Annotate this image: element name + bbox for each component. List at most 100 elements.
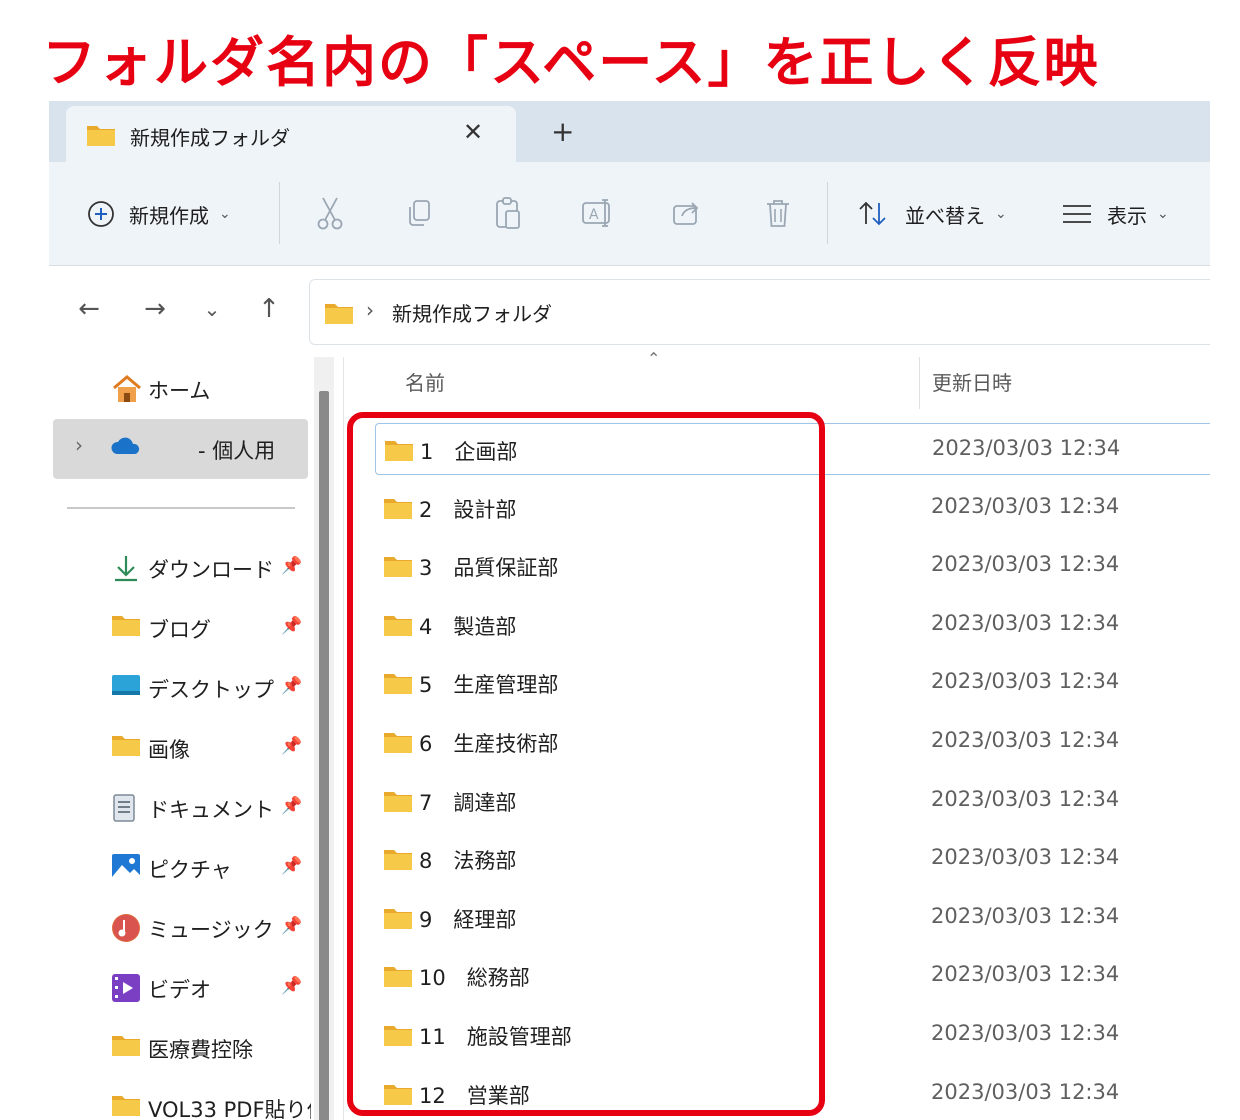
toolbar-divider	[827, 182, 828, 244]
expand-chevron-icon[interactable]: ›	[75, 433, 83, 457]
file-row[interactable]: 6 生産技術部 2023/03/03 12:34	[375, 716, 1210, 766]
sidebar-item-label: ビデオ	[148, 978, 211, 1002]
chevron-down-icon: ⌄	[1157, 206, 1169, 222]
rename-icon[interactable]: A	[581, 196, 615, 230]
sidebar-scrollbar[interactable]	[314, 357, 334, 1120]
sidebar-item-videos[interactable]: ビデオ 📌	[49, 958, 311, 1018]
delete-icon[interactable]	[761, 196, 795, 230]
address-bar[interactable]: › 新規作成フォルダ	[309, 279, 1210, 345]
sidebar-item-home[interactable]: ホーム	[49, 359, 311, 419]
file-row[interactable]: 9 経理部 2023/03/03 12:34	[375, 892, 1210, 942]
file-row[interactable]: 10 総務部 2023/03/03 12:34	[375, 950, 1210, 1000]
file-name: 9 経理部	[419, 907, 517, 932]
sidebar-item-downloads[interactable]: ダウンロード 📌	[49, 538, 311, 598]
music-icon	[111, 913, 143, 945]
pin-icon[interactable]: 📌	[281, 556, 302, 576]
pin-icon[interactable]: 📌	[281, 976, 302, 996]
sidebar-item-pictures[interactable]: ピクチャ 📌	[49, 838, 311, 898]
folder-icon	[384, 438, 414, 466]
file-row[interactable]: 8 法務部 2023/03/03 12:34	[375, 833, 1210, 883]
folder-icon	[111, 733, 143, 765]
forward-arrow-icon[interactable]: →	[137, 291, 173, 327]
pin-icon[interactable]: 📌	[281, 616, 302, 636]
sidebar-item-medical[interactable]: 医療費控除	[49, 1018, 311, 1078]
new-tab-button[interactable]: +	[551, 115, 574, 148]
sidebar-item-label: 画像	[148, 738, 190, 762]
sidebar-item-label: ミュージック	[148, 918, 274, 942]
file-row[interactable]: 3 品質保証部 2023/03/03 12:34	[375, 540, 1210, 590]
sidebar-item-label: ドキュメント	[148, 798, 274, 822]
file-row[interactable]: 1 企画部 2023/03/03 12:34	[375, 423, 1210, 475]
folder-icon	[383, 1082, 413, 1110]
pin-icon[interactable]: 📌	[281, 916, 302, 936]
file-modified-date: 2023/03/03 12:34	[931, 1079, 1120, 1104]
pin-icon[interactable]: 📌	[281, 796, 302, 816]
file-name: 7 調達部	[419, 790, 517, 815]
folder-icon	[324, 301, 354, 329]
recent-chevron-icon[interactable]: ⌄	[194, 291, 230, 327]
download-icon	[111, 553, 143, 585]
file-name: 10 総務部	[419, 966, 530, 991]
sidebar-divider	[67, 507, 295, 509]
file-modified-date: 2023/03/03 12:34	[932, 436, 1121, 460]
command-bar: 新規作成 ⌄ A 並べ替え ⌄ 表示 ⌄	[49, 162, 1210, 266]
file-row[interactable]: 5 生産管理部 2023/03/03 12:34	[375, 657, 1210, 707]
folder-icon	[383, 906, 413, 934]
file-row[interactable]: 2 設計部 2023/03/03 12:34	[375, 482, 1210, 532]
sort-button[interactable]: 並べ替え ⌄	[857, 194, 1007, 234]
sidebar-item-onedrive[interactable]: › - 個人用	[53, 419, 308, 479]
breadcrumb-current[interactable]: 新規作成フォルダ	[392, 298, 552, 327]
file-row[interactable]: 4 製造部 2023/03/03 12:34	[375, 599, 1210, 649]
folder-icon	[383, 613, 413, 641]
cut-icon[interactable]	[313, 196, 347, 230]
column-header-name[interactable]: 名前	[405, 367, 445, 396]
folder-icon	[383, 847, 413, 875]
sidebar-item-label: デスクトップ	[148, 678, 274, 702]
sort-icon	[857, 200, 889, 228]
file-modified-date: 2023/03/03 12:34	[931, 845, 1120, 870]
document-icon	[111, 793, 143, 825]
file-name: 8 法務部	[419, 849, 517, 874]
folder-icon	[383, 554, 413, 582]
tab-current-folder[interactable]: 新規作成フォルダ ✕	[66, 106, 516, 162]
sidebar-item-blog[interactable]: ブログ 📌	[49, 598, 311, 658]
file-row[interactable]: 11 施設管理部 2023/03/03 12:34	[375, 1009, 1210, 1059]
headline-title: フォルダ名内の「スペース」を正しく反映	[42, 31, 1100, 94]
sidebar-item-label: ホーム	[148, 379, 211, 403]
sidebar-item-documents[interactable]: ドキュメント 📌	[49, 778, 311, 838]
view-button-label: 表示	[1107, 203, 1147, 228]
pane-divider	[343, 357, 344, 1120]
folder-icon	[383, 730, 413, 758]
sidebar-item-images[interactable]: 画像 📌	[49, 718, 311, 778]
copy-icon[interactable]	[402, 196, 436, 230]
file-modified-date: 2023/03/03 12:34	[931, 728, 1120, 752]
share-icon[interactable]	[671, 196, 705, 230]
paste-icon[interactable]	[491, 196, 525, 230]
new-button[interactable]: 新規作成 ⌄	[87, 194, 231, 234]
tab-title: 新規作成フォルダ	[130, 126, 290, 150]
folder-icon	[383, 1023, 413, 1051]
sidebar-item-vol33[interactable]: VOL33 PDF貼り付	[49, 1078, 311, 1120]
pin-icon[interactable]: 📌	[281, 736, 302, 756]
back-arrow-icon[interactable]: ←	[71, 291, 107, 327]
close-icon[interactable]: ✕	[463, 118, 483, 146]
column-divider[interactable]	[919, 357, 920, 409]
scrollbar-thumb[interactable]	[319, 391, 329, 1120]
up-arrow-icon[interactable]: ↑	[251, 291, 287, 327]
file-name: 12 営業部	[419, 1083, 530, 1108]
column-header-modified[interactable]: 更新日時	[932, 367, 1012, 396]
breadcrumb-separator: ›	[366, 298, 374, 322]
file-row[interactable]: 12 営業部 2023/03/03 12:34	[375, 1068, 1210, 1118]
pin-icon[interactable]: 📌	[281, 676, 302, 696]
file-modified-date: 2023/03/03 12:34	[931, 903, 1120, 928]
onedrive-cloud-icon	[111, 434, 143, 466]
pin-icon[interactable]: 📌	[281, 856, 302, 876]
folder-icon	[383, 964, 413, 992]
view-button[interactable]: 表示 ⌄	[1061, 194, 1169, 234]
video-icon	[111, 973, 143, 1005]
file-modified-date: 2023/03/03 12:34	[931, 493, 1120, 518]
sidebar-item-music[interactable]: ミュージック 📌	[49, 898, 311, 958]
file-row[interactable]: 7 調達部 2023/03/03 12:34	[375, 775, 1210, 825]
sidebar-item-desktop[interactable]: デスクトップ 📌	[49, 658, 311, 718]
home-icon	[111, 374, 143, 406]
